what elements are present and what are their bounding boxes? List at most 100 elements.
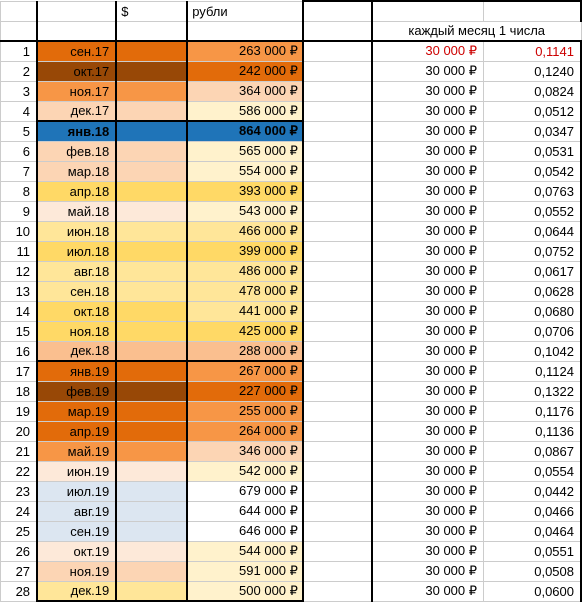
dollar-cell[interactable] <box>116 41 187 61</box>
row-index[interactable]: 8 <box>1 181 38 201</box>
month-cell[interactable]: мар.18 <box>37 161 116 181</box>
rub-cell[interactable]: 441 000 ₽ <box>187 301 303 321</box>
pct-cell[interactable]: 0,0542 <box>484 161 581 181</box>
rub-cell[interactable]: 466 000 ₽ <box>187 221 303 241</box>
amount-cell[interactable]: 30 000 ₽ <box>372 541 484 561</box>
rub-cell[interactable]: 591 000 ₽ <box>187 561 303 581</box>
amount-cell[interactable]: 30 000 ₽ <box>372 401 484 421</box>
dollar-cell[interactable] <box>116 181 187 201</box>
pct-cell[interactable]: 0,1042 <box>484 341 581 361</box>
amount-cell[interactable]: 30 000 ₽ <box>372 141 484 161</box>
pct-cell[interactable]: 0,0551 <box>484 541 581 561</box>
pct-cell[interactable]: 0,0644 <box>484 221 581 241</box>
dollar-cell[interactable] <box>116 261 187 281</box>
dollar-cell[interactable] <box>116 141 187 161</box>
rub-cell[interactable]: 242 000 ₽ <box>187 61 303 81</box>
amount-cell[interactable]: 30 000 ₽ <box>372 281 484 301</box>
dollar-cell[interactable] <box>116 521 187 541</box>
row-index[interactable]: 12 <box>1 261 38 281</box>
rub-cell[interactable]: 267 000 ₽ <box>187 361 303 381</box>
rub-cell[interactable]: 393 000 ₽ <box>187 181 303 201</box>
dollar-cell[interactable] <box>116 581 187 601</box>
rub-cell[interactable]: 542 000 ₽ <box>187 461 303 481</box>
month-cell[interactable]: янв.19 <box>37 361 116 381</box>
rub-cell[interactable]: 500 000 ₽ <box>187 581 303 601</box>
month-cell[interactable]: ноя.18 <box>37 321 116 341</box>
row-index[interactable]: 4 <box>1 101 38 121</box>
rub-cell[interactable]: 543 000 ₽ <box>187 201 303 221</box>
pct-cell[interactable]: 0,0752 <box>484 241 581 261</box>
row-index[interactable]: 7 <box>1 161 38 181</box>
dollar-cell[interactable] <box>116 341 187 361</box>
row-index[interactable]: 11 <box>1 241 38 261</box>
rub-cell[interactable]: 544 000 ₽ <box>187 541 303 561</box>
rub-cell[interactable]: 486 000 ₽ <box>187 261 303 281</box>
row-index[interactable]: 1 <box>1 41 38 61</box>
row-index[interactable]: 10 <box>1 221 38 241</box>
pct-cell[interactable]: 0,0554 <box>484 461 581 481</box>
month-cell[interactable]: дек.17 <box>37 101 116 121</box>
rub-cell[interactable]: 478 000 ₽ <box>187 281 303 301</box>
row-index[interactable]: 5 <box>1 121 38 141</box>
amount-cell[interactable]: 30 000 ₽ <box>372 561 484 581</box>
dollar-cell[interactable] <box>116 481 187 501</box>
dollar-cell[interactable] <box>116 161 187 181</box>
amount-cell[interactable]: 30 000 ₽ <box>372 581 484 601</box>
rub-cell[interactable]: 255 000 ₽ <box>187 401 303 421</box>
amount-cell[interactable]: 30 000 ₽ <box>372 501 484 521</box>
month-cell[interactable]: сен.19 <box>37 521 116 541</box>
pct-cell[interactable]: 0,0512 <box>484 101 581 121</box>
amount-cell[interactable]: 30 000 ₽ <box>372 361 484 381</box>
row-index[interactable]: 17 <box>1 361 38 381</box>
month-cell[interactable]: фев.19 <box>37 381 116 401</box>
month-cell[interactable]: сен.18 <box>37 281 116 301</box>
rub-cell[interactable]: 227 000 ₽ <box>187 381 303 401</box>
dollar-cell[interactable] <box>116 541 187 561</box>
row-index[interactable]: 19 <box>1 401 38 421</box>
amount-cell[interactable]: 30 000 ₽ <box>372 321 484 341</box>
row-index[interactable]: 23 <box>1 481 38 501</box>
row-index[interactable]: 14 <box>1 301 38 321</box>
amount-cell[interactable]: 30 000 ₽ <box>372 221 484 241</box>
pct-cell[interactable]: 0,0466 <box>484 501 581 521</box>
dollar-cell[interactable] <box>116 501 187 521</box>
spreadsheet-table[interactable]: $ рубли каждый месяц 1 числа 1сен.17263 … <box>0 0 582 602</box>
rub-cell[interactable]: 425 000 ₽ <box>187 321 303 341</box>
pct-cell[interactable]: 0,1141 <box>484 41 581 61</box>
row-index[interactable]: 26 <box>1 541 38 561</box>
amount-cell[interactable]: 30 000 ₽ <box>372 101 484 121</box>
month-cell[interactable]: апр.18 <box>37 181 116 201</box>
row-index[interactable]: 20 <box>1 421 38 441</box>
header-dollar[interactable]: $ <box>116 1 187 21</box>
amount-cell[interactable]: 30 000 ₽ <box>372 381 484 401</box>
rub-cell[interactable]: 644 000 ₽ <box>187 501 303 521</box>
month-cell[interactable]: июн.18 <box>37 221 116 241</box>
dollar-cell[interactable] <box>116 401 187 421</box>
amount-cell[interactable]: 30 000 ₽ <box>372 481 484 501</box>
row-index[interactable]: 21 <box>1 441 38 461</box>
amount-cell[interactable]: 30 000 ₽ <box>372 521 484 541</box>
row-index[interactable]: 3 <box>1 81 38 101</box>
rub-cell[interactable]: 346 000 ₽ <box>187 441 303 461</box>
pct-cell[interactable]: 0,0628 <box>484 281 581 301</box>
dollar-cell[interactable] <box>116 361 187 381</box>
amount-cell[interactable]: 30 000 ₽ <box>372 61 484 81</box>
rub-cell[interactable]: 263 000 ₽ <box>187 41 303 61</box>
amount-cell[interactable]: 30 000 ₽ <box>372 301 484 321</box>
dollar-cell[interactable] <box>116 101 187 121</box>
rub-cell[interactable]: 586 000 ₽ <box>187 101 303 121</box>
pct-cell[interactable]: 0,1322 <box>484 381 581 401</box>
pct-cell[interactable]: 0,0600 <box>484 581 581 601</box>
month-cell[interactable]: авг.18 <box>37 261 116 281</box>
rub-cell[interactable]: 679 000 ₽ <box>187 481 303 501</box>
dollar-cell[interactable] <box>116 421 187 441</box>
dollar-cell[interactable] <box>116 461 187 481</box>
month-cell[interactable]: дек.18 <box>37 341 116 361</box>
row-index[interactable]: 15 <box>1 321 38 341</box>
pct-cell[interactable]: 0,0347 <box>484 121 581 141</box>
pct-cell[interactable]: 0,0824 <box>484 81 581 101</box>
row-index[interactable]: 18 <box>1 381 38 401</box>
dollar-cell[interactable] <box>116 201 187 221</box>
month-cell[interactable]: окт.18 <box>37 301 116 321</box>
amount-cell[interactable]: 30 000 ₽ <box>372 341 484 361</box>
